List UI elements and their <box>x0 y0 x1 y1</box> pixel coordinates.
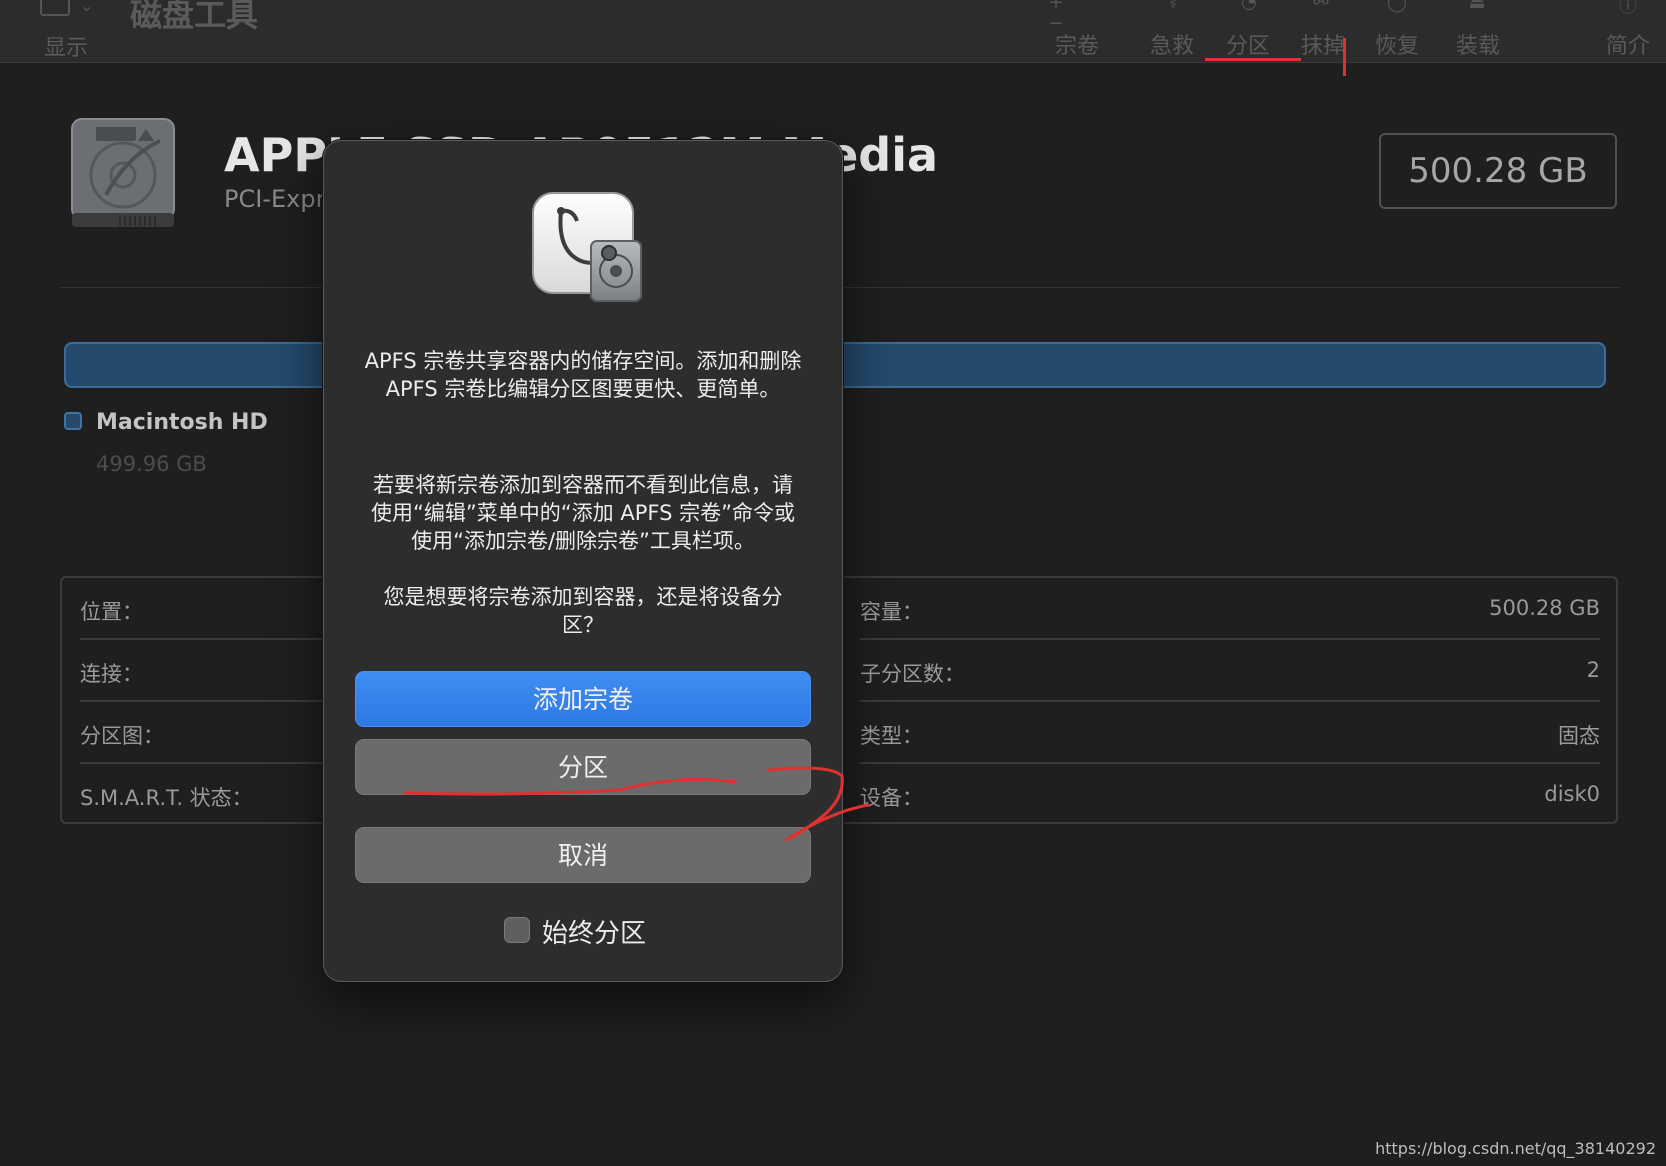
info-value-type: 固态 <box>1558 724 1600 748</box>
toolbar-mount-button[interactable]: 装载 <box>1456 28 1500 60</box>
cancel-button[interactable]: 取消 <box>355 827 811 883</box>
dialog-message-question: 您是想要将宗卷添加到容器，还是将设备分区？ <box>383 585 783 637</box>
volume-name: Macintosh HD <box>96 410 268 435</box>
toolbar: ⌄ 显示 磁盘工具 + − 宗卷 ⚕ 急救 ◔ 分区 ⚯ 抹掉 ◯ 恢复 ⏏ 装… <box>0 0 1666 63</box>
capacity-badge: 500.28 GB <box>1379 133 1617 209</box>
info-value-device: disk0 <box>1544 782 1600 806</box>
dialog-message-apfs-info: APFS 宗卷共享容器内的储存空间。添加和删除 APFS 宗卷比编辑分区图要更快… <box>364 349 802 401</box>
info-row: 设备： disk0 <box>860 764 1600 826</box>
toolbar-erase-button[interactable]: 抹掉 <box>1301 28 1345 60</box>
restore-icon[interactable]: ◯ <box>1386 0 1408 13</box>
sidebar-view-icon[interactable] <box>40 0 70 16</box>
always-partition-label: 始终分区 <box>542 919 647 949</box>
stethoscope-icon[interactable]: ⚕ <box>1162 0 1184 13</box>
info-value-capacity: 500.28 GB <box>1489 596 1600 620</box>
capacity-value: 500.28 GB <box>1408 151 1588 191</box>
info-label-partition-map: 分区图： <box>80 724 164 748</box>
dialog-message-add-volume-hint: 若要将新宗卷添加到容器而不看到此信息，请使用“编辑”菜单中的“添加 APFS 宗… <box>371 473 795 553</box>
plus-minus-icon[interactable]: + − <box>1045 0 1067 34</box>
toolbar-info-button[interactable]: 简介 <box>1606 28 1650 60</box>
volume-color-swatch <box>64 412 82 430</box>
partition-button[interactable]: 分区 <box>355 739 811 795</box>
watermark: https://blog.csdn.net/qq_38140292 <box>1375 1139 1656 1158</box>
info-label-connection: 连接： <box>80 662 143 686</box>
chevron-down-icon[interactable]: ⌄ <box>80 0 93 15</box>
info-label-device: 设备： <box>860 786 923 810</box>
info-value-child-count: 2 <box>1586 658 1600 682</box>
info-label-type: 类型： <box>860 724 923 748</box>
always-partition-checkbox[interactable] <box>504 917 530 943</box>
hard-disk-icon <box>71 118 175 227</box>
view-label: 显示 <box>44 36 89 61</box>
toolbar-partition-button[interactable]: 分区 <box>1226 28 1270 60</box>
partition-alert-dialog: APFS 宗卷共享容器内的储存空间。添加和删除 APFS 宗卷比编辑分区图要更快… <box>323 140 843 982</box>
info-label-smart-status: S.M.A.R.T. 状态： <box>80 786 253 810</box>
toolbar-volume-button[interactable]: 宗卷 <box>1055 28 1099 60</box>
mount-icon[interactable]: ⏏ <box>1466 0 1488 13</box>
info-row: 子分区数： 2 <box>860 640 1600 702</box>
app-title: 磁盘工具 <box>130 0 259 34</box>
info-row: 类型： 固态 <box>860 702 1600 764</box>
partition-icon[interactable]: ◔ <box>1238 0 1260 13</box>
annotation-underline <box>1205 58 1301 61</box>
erase-icon[interactable]: ⚯ <box>1310 0 1332 13</box>
info-label-child-count: 子分区数： <box>860 662 965 686</box>
annotation-tick <box>1343 38 1346 76</box>
toolbar-restore-button[interactable]: 恢复 <box>1375 28 1419 60</box>
info-row: 容量： 500.28 GB <box>860 578 1600 640</box>
info-icon[interactable]: ⓘ <box>1617 0 1639 17</box>
add-volume-button[interactable]: 添加宗卷 <box>355 671 811 727</box>
volume-size: 499.96 GB <box>96 452 207 476</box>
disk-utility-app-icon <box>532 192 642 302</box>
info-label-location: 位置： <box>80 600 143 624</box>
toolbar-first-aid-button[interactable]: 急救 <box>1150 28 1194 60</box>
info-label-capacity: 容量： <box>860 600 923 624</box>
